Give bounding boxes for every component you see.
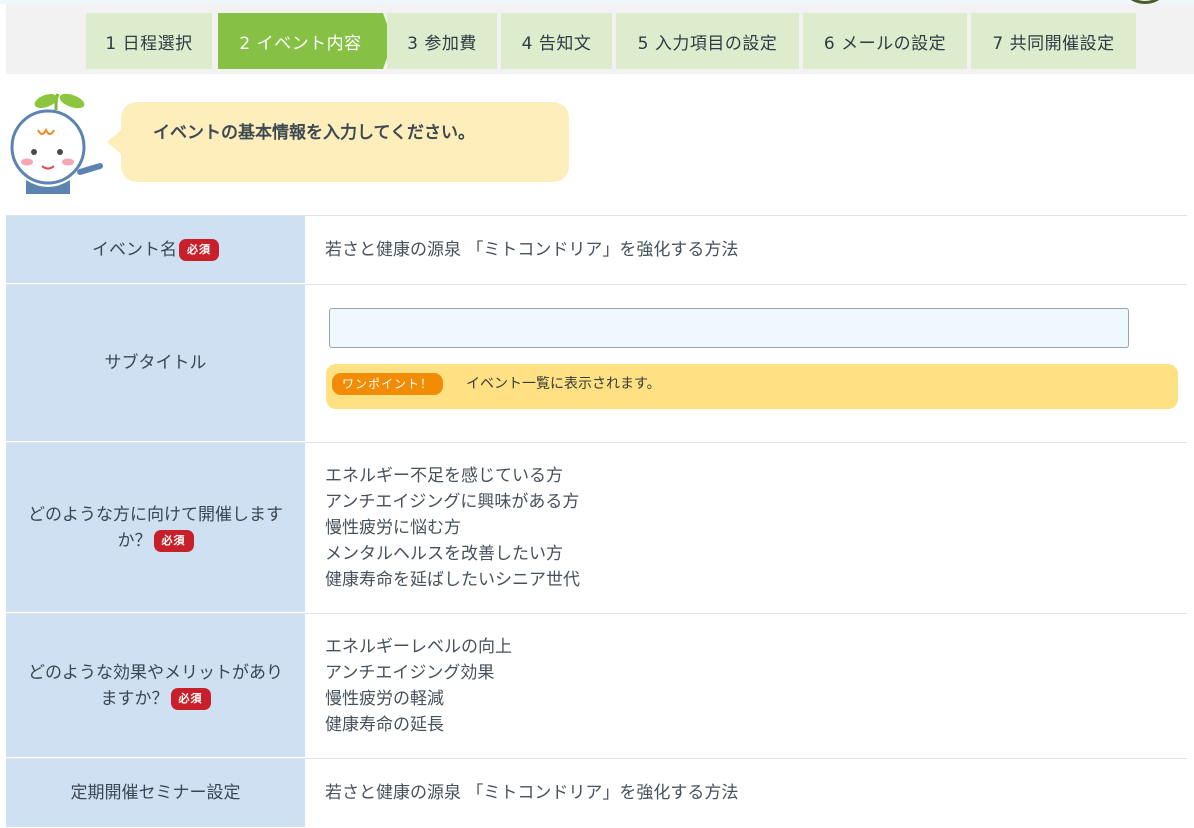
form-row-benefits: どのような効果やメリットがありますか？ 必須 エネルギーレベルの向上 アンチエイジ… xyxy=(6,613,1187,758)
audience-label: どのような方に向けて開催しますか？ 必須 xyxy=(6,443,305,613)
step-fee[interactable]: 3 参加費 xyxy=(387,13,497,69)
audience-line: エネルギー不足を感じている方 xyxy=(325,466,563,486)
benefit-line: エネルギーレベルの向上 xyxy=(325,637,512,657)
instruction-text: イベントの基本情報を入力してください。 xyxy=(153,123,475,143)
event-name-label: イベント名 必須 xyxy=(6,216,305,284)
wizard-steps-bar: 1 日程選択 2 イベント内容 3 参加費 4 告知文 5 入力項目の設定 6 … xyxy=(6,4,1194,74)
one-point-tip: ワンポイント！ イベント一覧に表示されます。 xyxy=(326,364,1178,409)
step-input-fields[interactable]: 5 入力項目の設定 xyxy=(616,13,799,69)
audience-value[interactable]: エネルギー不足を感じている方 アンチエイジングに興味がある方 慢性疲労に悩む方 … xyxy=(325,463,1187,613)
recurring-label: 定期開催セミナー設定 xyxy=(6,759,305,828)
benefit-line: アンチエイジング効果 xyxy=(325,663,495,683)
step-schedule[interactable]: 1 日程選択 xyxy=(86,13,212,69)
step-announcement[interactable]: 4 告知文 xyxy=(501,13,612,69)
form-row-event-name: イベント名 必須 若さと健康の源泉 「ミトコンドリア」を強化する方法 xyxy=(6,215,1187,284)
benefit-line: 健康寿命の延長 xyxy=(325,715,444,735)
sprout-mascot-icon xyxy=(10,93,103,194)
subtitle-input[interactable] xyxy=(329,308,1129,348)
audience-line: メンタルヘルスを改善したい方 xyxy=(325,544,563,564)
audience-line: 健康寿命を延ばしたいシニア世代 xyxy=(325,570,580,590)
required-badge: 必須 xyxy=(170,687,211,710)
step-co-host[interactable]: 7 共同開催設定 xyxy=(971,13,1136,69)
benefit-line: 慢性疲労の軽減 xyxy=(325,689,444,709)
subtitle-value-area: ワンポイント！ イベント一覧に表示されます。 xyxy=(325,285,1187,442)
one-point-badge: ワンポイント！ xyxy=(332,373,444,395)
benefits-value[interactable]: エネルギーレベルの向上 アンチエイジング効果 慢性疲労の軽減 健康寿命の延長 xyxy=(325,634,1187,758)
instruction-bubble: イベントの基本情報を入力してください。 xyxy=(107,102,569,182)
audience-line: アンチエイジングに興味がある方 xyxy=(325,492,580,512)
event-name-value[interactable]: 若さと健康の源泉 「ミトコンドリア」を強化する方法 xyxy=(325,237,1187,284)
audience-line: 慢性疲労に悩む方 xyxy=(325,518,461,538)
form-row-audience: どのような方に向けて開催しますか？ 必須 エネルギー不足を感じている方 アンチエイ… xyxy=(6,442,1187,613)
subtitle-label: サブタイトル xyxy=(6,285,305,442)
required-badge: 必須 xyxy=(153,529,194,552)
one-point-text: イベント一覧に表示されます。 xyxy=(466,376,661,392)
required-badge: 必須 xyxy=(179,238,219,261)
step-mail-settings[interactable]: 6 メールの設定 xyxy=(803,13,967,69)
benefits-label: どのような効果やメリットがありますか？ 必須 xyxy=(6,614,305,758)
step-event-content[interactable]: 2 イベント内容 xyxy=(218,13,383,69)
form-row-recurring: 定期開催セミナー設定 若さと健康の源泉 「ミトコンドリア」を強化する方法 xyxy=(6,758,1187,828)
form-row-subtitle: サブタイトル ワンポイント！ イベント一覧に表示されます。 xyxy=(6,284,1187,442)
recurring-value[interactable]: 若さと健康の源泉 「ミトコンドリア」を強化する方法 xyxy=(325,780,1187,828)
